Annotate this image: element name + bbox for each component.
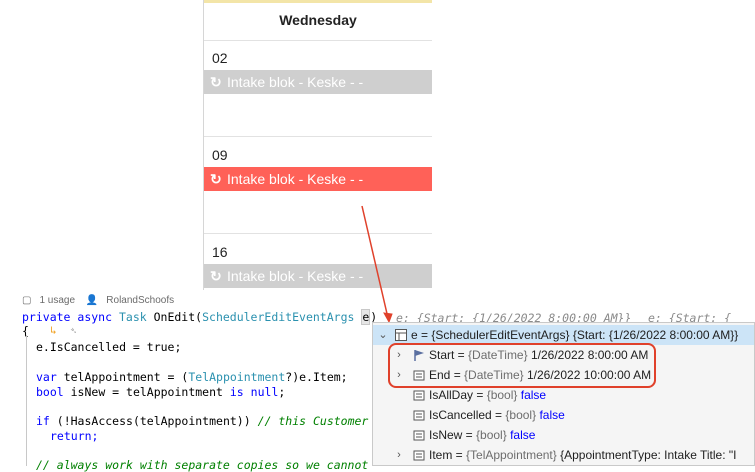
- references-icon: ▢: [22, 295, 32, 306]
- code-line: e.IsCancelled = true;: [36, 340, 182, 354]
- author-icon: 👤: [85, 295, 99, 306]
- code-comment: // always work with separate copies so w…: [36, 458, 369, 472]
- datatip-row[interactable]: › Item = {TelAppointment} {AppointmentTy…: [373, 445, 754, 465]
- collapse-icon[interactable]: ⌄: [377, 325, 389, 345]
- usages-link[interactable]: 1 usage: [39, 295, 75, 306]
- variable-name: e: [411, 328, 418, 342]
- variable-type: {SchedulerEditEventArgs}: [431, 328, 570, 342]
- code-line: if (!HasAccess(telAppointment)) // this …: [36, 414, 369, 428]
- code-line: var telAppointment = (TelAppointment?)e.…: [36, 370, 348, 384]
- expand-icon[interactable]: ›: [393, 445, 405, 465]
- code-line: bool isNew = telAppointment is null;: [36, 385, 286, 399]
- property-icon: [413, 390, 425, 401]
- method-signature: private async Task OnEdit(SchedulerEditE…: [22, 309, 378, 325]
- highlight-annotation: [388, 343, 656, 388]
- author-label[interactable]: RolandSchoofs: [106, 295, 174, 306]
- property-icon: [413, 430, 425, 441]
- property-icon: [413, 450, 425, 461]
- datatip-row[interactable]: IsCancelled = {bool} false: [373, 405, 754, 425]
- property-icon: [413, 410, 425, 421]
- datatip-root-row[interactable]: ⌄ e = {SchedulerEditEventArgs} {Start: {…: [373, 325, 754, 345]
- quick-action-icon[interactable]: ↳: [50, 324, 57, 337]
- object-icon: [395, 329, 407, 341]
- datatip-row[interactable]: IsNew = {bool} false: [373, 425, 754, 445]
- indent-guide: [26, 336, 27, 466]
- datatip-row[interactable]: IsAllDay = {bool} false: [373, 385, 754, 405]
- debug-step-icon[interactable]: ➴: [70, 324, 77, 337]
- variable-value: {Start: {1/26/2022 8:00:00 AM}}: [572, 328, 739, 342]
- codelens: ▢ 1 usage 👤 RolandSchoofs: [22, 295, 182, 306]
- code-line: return;: [50, 429, 99, 443]
- hovered-variable[interactable]: e: [361, 309, 371, 325]
